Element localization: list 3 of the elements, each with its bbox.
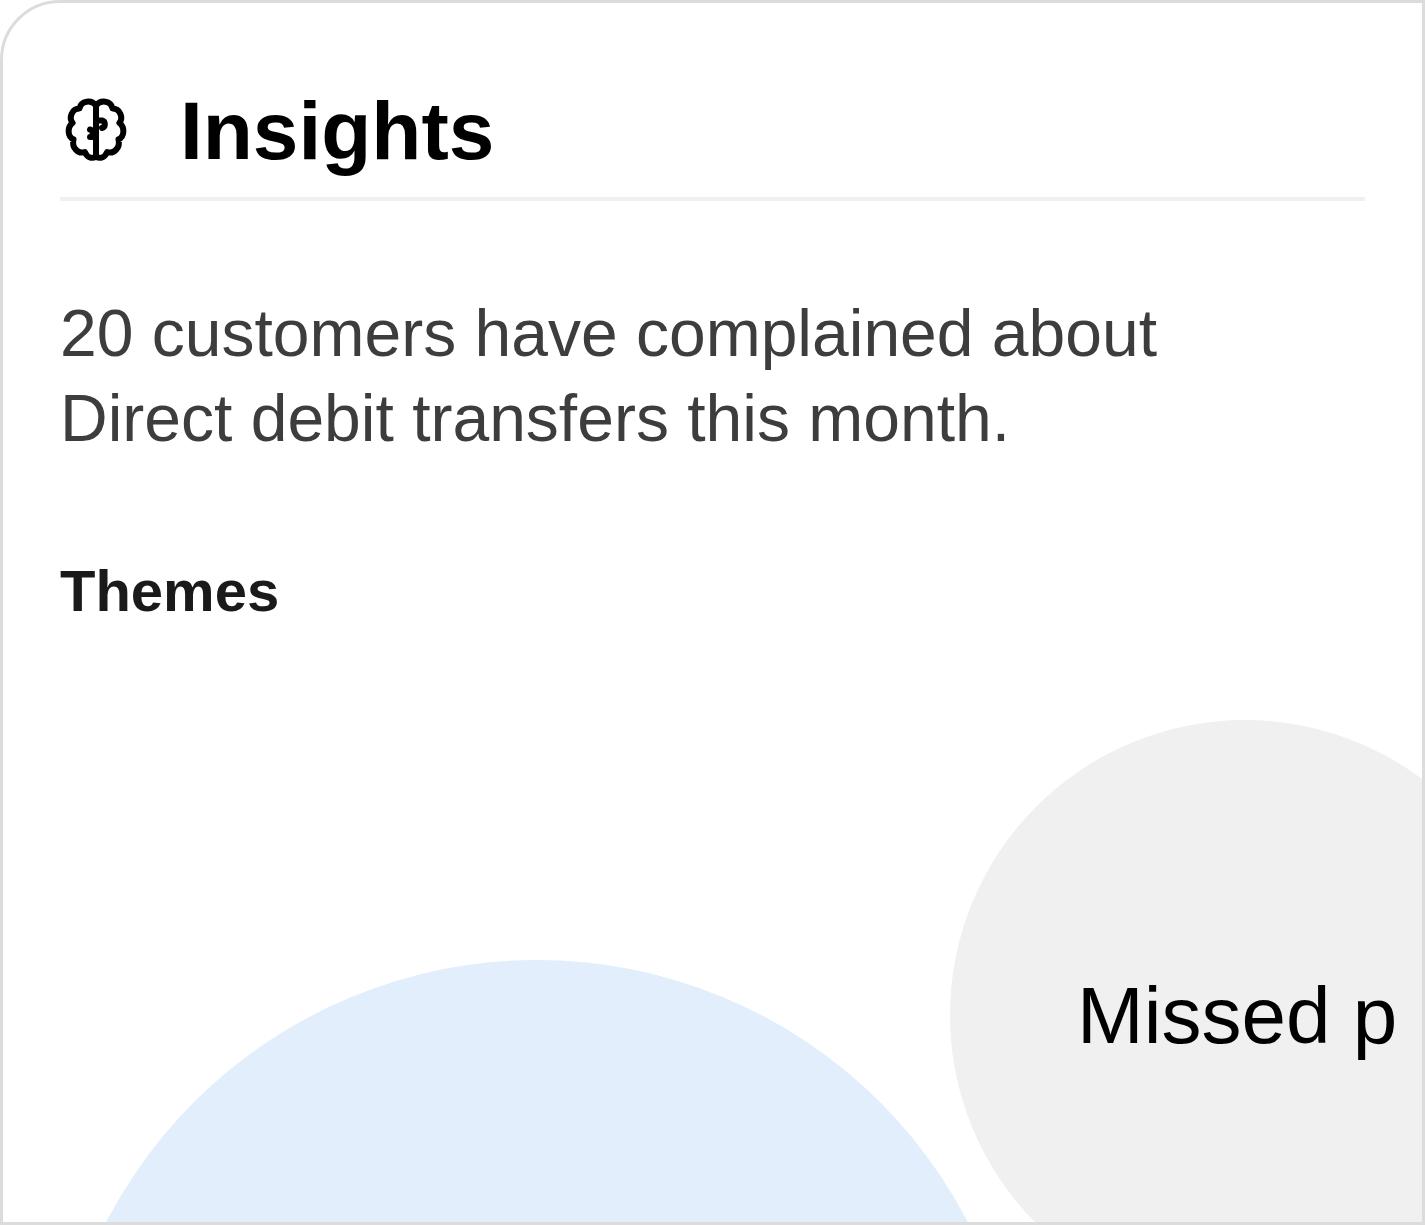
themes-heading: Themes: [60, 557, 281, 625]
theme-label: Missed p: [1077, 971, 1398, 1060]
summary-text: 20 customers have complained about Direct debit transfers this month.: [60, 295, 1158, 457]
